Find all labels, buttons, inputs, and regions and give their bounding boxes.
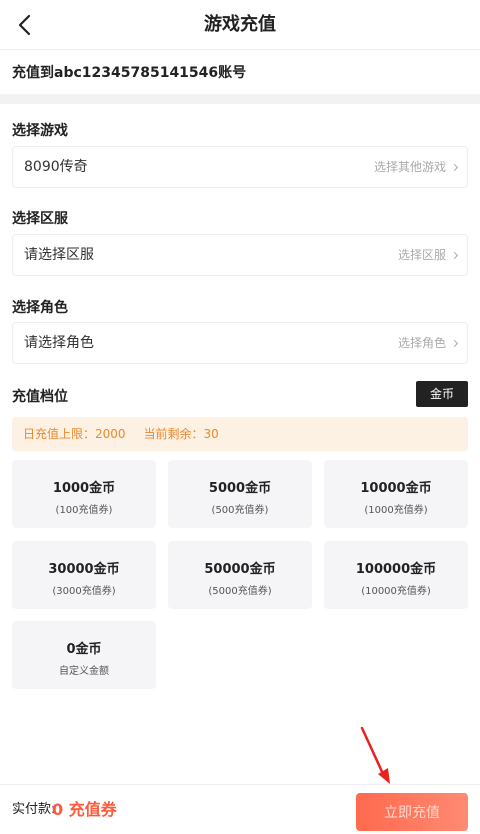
chevron-right-icon xyxy=(450,163,459,171)
tier-voucher: (5000充值券) xyxy=(208,586,272,597)
tier-option[interactable]: 30000金币 (3000充值券) xyxy=(12,541,156,609)
role-hint: 选择角色 xyxy=(397,336,446,350)
tier-option[interactable]: 1000金币 (100充值券) xyxy=(12,460,156,528)
tier-option[interactable]: 5000金币 (500充值券) xyxy=(168,460,312,528)
currency-tag[interactable]: 金币 xyxy=(416,381,468,407)
pay-amount: 0 充值券 xyxy=(52,800,117,819)
select-role-label: 选择角色 xyxy=(12,300,68,316)
recharge-now-button[interactable]: 立即充值 xyxy=(356,793,468,831)
tier-voucher: (3000充值券) xyxy=(52,586,116,597)
top-nav-bar: 游戏充值 xyxy=(0,0,480,50)
tier-voucher: (100充值券) xyxy=(55,505,113,516)
tier-option-custom[interactable]: 0金币 自定义金额 xyxy=(12,621,156,689)
tier-amount: 1000金币 xyxy=(52,481,116,496)
select-server-label: 选择区服 xyxy=(12,211,68,227)
game-hint: 选择其他游戏 xyxy=(373,160,446,174)
game-value: 8090传奇 xyxy=(24,159,88,175)
tier-amount: 100000金币 xyxy=(355,562,437,577)
server-hint-wrap: 选择区服 xyxy=(397,235,459,275)
daily-limit: 日充值上限：2000 xyxy=(23,427,126,441)
tier-option[interactable]: 100000金币 (10000充值券) xyxy=(324,541,468,609)
game-hint-wrap: 选择其他游戏 xyxy=(373,147,459,187)
server-hint: 选择区服 xyxy=(397,248,446,262)
tier-option[interactable]: 50000金币 (5000充值券) xyxy=(168,541,312,609)
limit-banner: 日充值上限：2000 当前剩余：30 xyxy=(12,417,468,451)
role-value: 请选择角色 xyxy=(24,335,94,351)
server-selector[interactable]: 请选择区服 选择区服 xyxy=(12,234,468,276)
checkout-bar: 实付款: 0 充值券 立即充值 xyxy=(0,784,480,834)
tier-amount: 10000金币 xyxy=(360,481,432,496)
tier-amount: 50000金币 xyxy=(204,562,276,577)
tier-option[interactable]: 10000金币 (1000充值券) xyxy=(324,460,468,528)
tier-voucher: (1000充值券) xyxy=(364,505,428,516)
remaining-limit: 当前剩余：30 xyxy=(143,427,219,441)
role-selector[interactable]: 请选择角色 选择角色 xyxy=(12,322,468,364)
tier-voucher: (500充值券) xyxy=(211,505,269,516)
annotation-arrow-icon xyxy=(360,726,390,784)
page-title: 游戏充值 xyxy=(204,14,276,35)
server-value: 请选择区服 xyxy=(24,247,94,263)
recharge-tier-label: 充值档位 xyxy=(12,389,68,405)
tier-voucher: (10000充值券) xyxy=(361,586,431,597)
tier-amount: 5000金币 xyxy=(208,481,272,496)
select-game-label: 选择游戏 xyxy=(12,123,68,139)
section-divider xyxy=(0,94,480,104)
tier-amount: 0金币 xyxy=(66,642,102,657)
chevron-right-icon xyxy=(450,339,459,347)
tier-custom-label: 自定义金额 xyxy=(59,666,109,677)
tier-amount: 30000金币 xyxy=(48,562,120,577)
account-info: 充值到abc12345785141546账号 xyxy=(12,65,247,81)
role-hint-wrap: 选择角色 xyxy=(397,323,459,363)
pay-label: 实付款: xyxy=(12,802,56,817)
game-selector[interactable]: 8090传奇 选择其他游戏 xyxy=(12,146,468,188)
chevron-right-icon xyxy=(450,251,459,259)
